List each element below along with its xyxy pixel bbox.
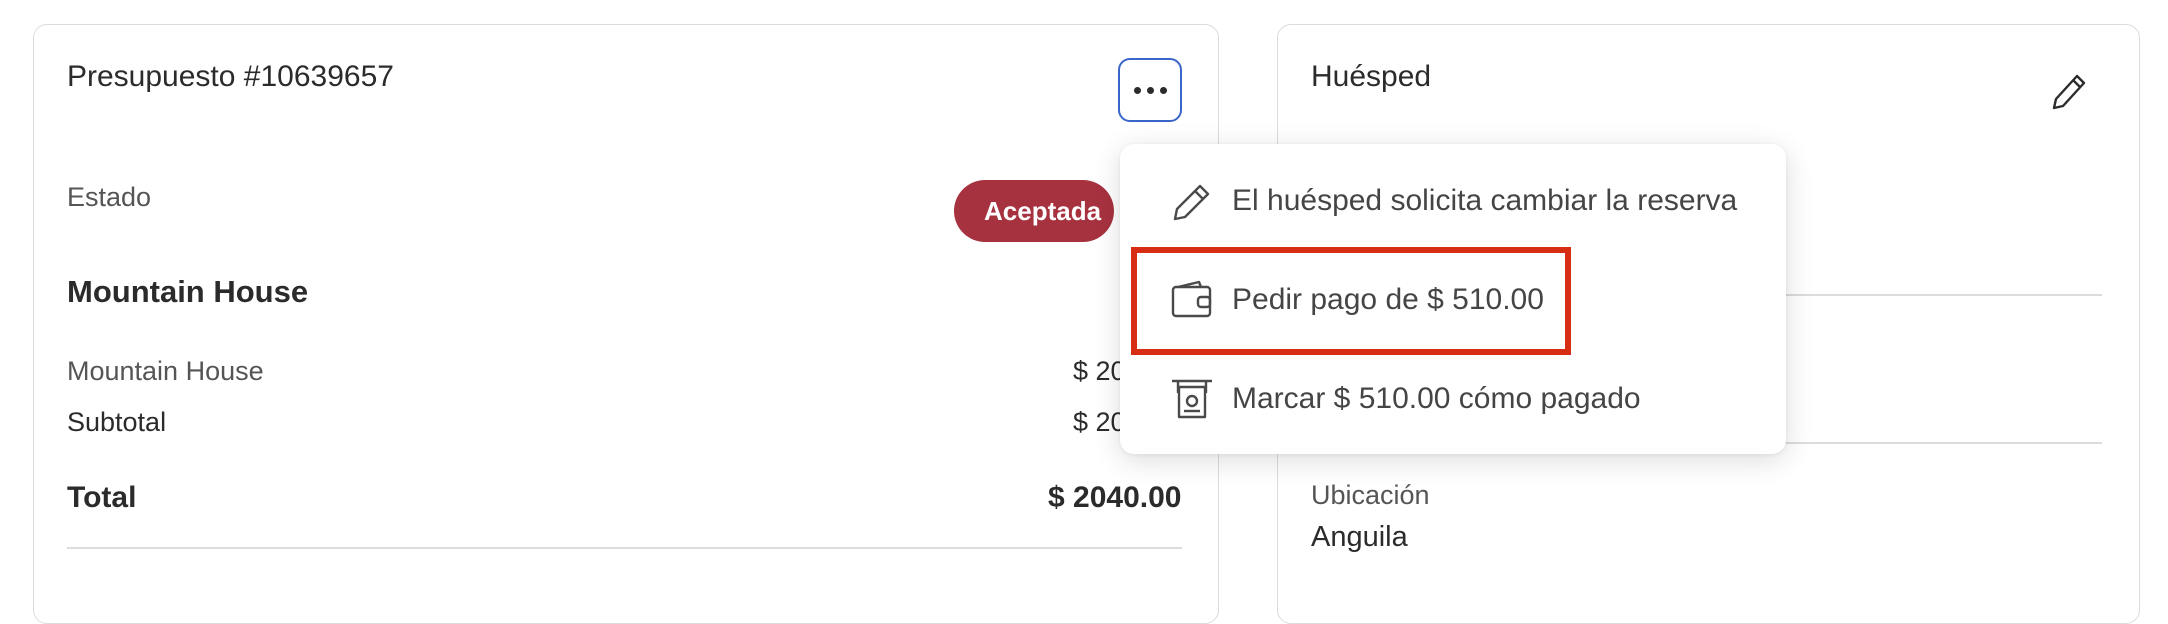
pencil-icon	[2052, 74, 2086, 110]
total-label: Total	[67, 481, 137, 514]
edit-guest-button[interactable]	[2048, 68, 2088, 112]
location-label: Ubicación	[1311, 480, 1430, 510]
guest-title: Huésped	[1311, 60, 1432, 93]
divider	[1772, 442, 2102, 444]
divider	[1772, 294, 2102, 296]
divider	[67, 547, 1182, 549]
subtotal-value: $ 20	[1073, 407, 1126, 437]
subtotal-label: Subtotal	[67, 407, 167, 437]
status-badge: Aceptada	[954, 180, 1114, 242]
pencil-icon	[1173, 184, 1210, 221]
menu-item-label: Pedir pago de $ 510.00	[1232, 283, 1544, 316]
menu-item-request-change[interactable]: El huésped solicita cambiar la reserva	[1120, 161, 1786, 241]
total-value: $ 2040.00	[1048, 481, 1182, 514]
menu-item-request-payment[interactable]: Pedir pago de $ 510.00	[1120, 260, 1786, 340]
line-item-label: Mountain House	[67, 356, 264, 386]
status-label: Estado	[67, 182, 152, 212]
quote-title: Presupuesto #10639657	[67, 60, 394, 93]
location-value: Anguila	[1311, 521, 1408, 553]
menu-item-label: Marcar $ 510.00 cómo pagado	[1232, 382, 1641, 415]
line-item-value: $ 20	[1073, 356, 1126, 386]
menu-item-mark-paid[interactable]: Marcar $ 510.00 cómo pagado	[1120, 359, 1786, 439]
property-name: Mountain House	[67, 274, 309, 309]
menu-item-label: El huésped solicita cambiar la reserva	[1232, 184, 1738, 217]
more-icon	[1133, 86, 1167, 94]
quote-card	[33, 24, 1219, 624]
more-options-button[interactable]	[1118, 58, 1182, 122]
wallet-icon	[1171, 280, 1212, 318]
cash-icon	[1172, 379, 1212, 419]
options-menu: El huésped solicita cambiar la reserva P…	[1120, 144, 1786, 454]
